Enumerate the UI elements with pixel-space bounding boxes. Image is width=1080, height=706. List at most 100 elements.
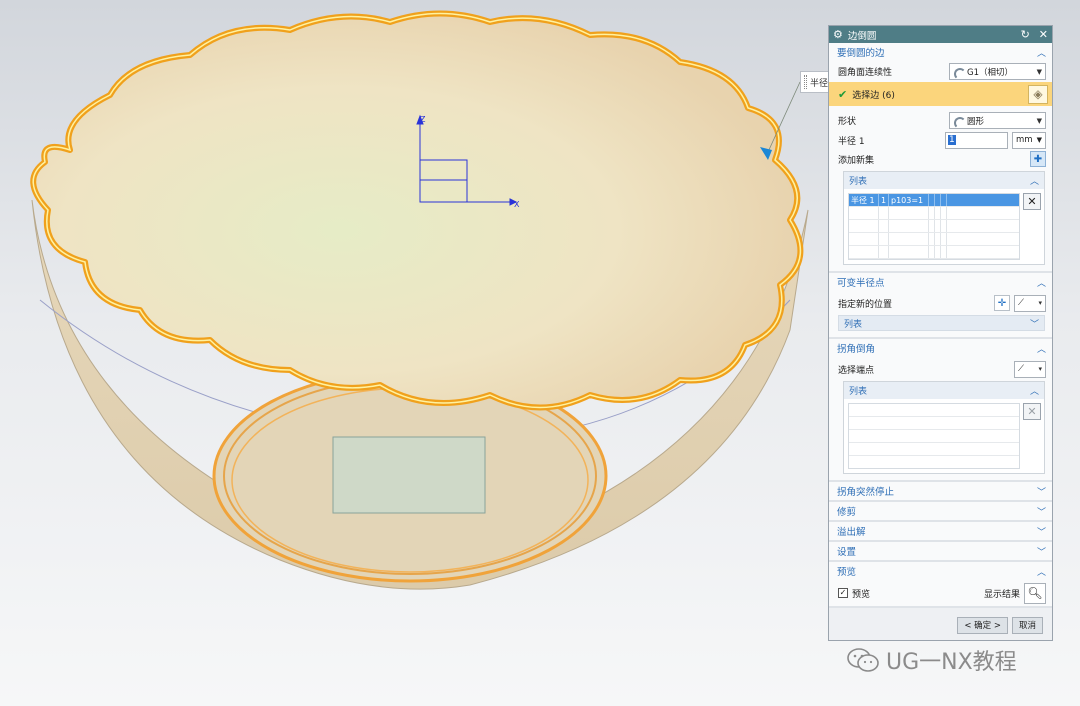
gear-icon[interactable]: ⚙ [833,29,843,40]
list-row[interactable]: 半径 1 1 p103=1 [849,194,1019,207]
select-vertex-label: 选择端点 [838,365,875,376]
preview-row: ✓ 预览 显示结果 🔍︎ [829,580,1052,606]
axis-x-label: X [514,200,520,209]
list-cell [941,207,947,219]
chevron-down-icon: ▼ [1036,116,1042,125]
tangent-icon [953,66,966,80]
section-edges-title: 要倒圆的边 [837,48,885,59]
cube-icon[interactable]: ◈ [1028,84,1048,104]
section-variable-radius-title: 可变半径点 [837,278,885,289]
radius-value[interactable]: 1 [948,135,956,145]
section-overflow-header[interactable]: 溢出解 ﹀ [829,522,1052,540]
section-trim: 修剪 ﹀ [829,502,1052,522]
list-cell: 半径 1 [849,194,879,206]
ok-button[interactable]: < 确定 > [957,616,1008,634]
preview-checkbox[interactable]: ✓ [838,588,848,598]
wand-icon: ⟋ [1018,298,1024,308]
continuity-dropdown[interactable]: G1（相切） ▼ [949,63,1046,80]
section-corner-setback-title: 拐角倒角 [837,344,876,355]
select-edge-row[interactable]: ✔ 选择边 (6) ◈ [829,82,1052,106]
radius-callout[interactable]: 半径 [800,71,830,93]
dialog-titlebar[interactable]: ⚙ 边倒圆 ↻ ✕ [829,26,1052,43]
section-edges-header[interactable]: 要倒圆的边 ︿ [829,43,1052,61]
circular-shape-icon [953,115,966,129]
vertex-dropdown[interactable]: ⟋ ▾ [1014,360,1046,378]
delete-icon[interactable]: ✕ [1023,193,1041,210]
continuity-value: G1（相切） [967,67,1013,78]
chevron-down-icon: ▼ [1036,136,1042,144]
list-cell [849,233,879,245]
chevron-down-icon: ▾ [1038,365,1042,373]
radius-label: 半径 1 [838,136,865,147]
list-row[interactable] [849,246,1019,259]
section-overflow-title: 溢出解 [837,527,866,538]
list-cell [889,246,929,258]
chevron-up-icon[interactable]: ︿ [1037,276,1046,289]
close-icon[interactable]: ✕ [1039,29,1048,40]
section-corner-stop-header[interactable]: 拐角突然停止 ﹀ [829,482,1052,500]
list-cell [941,233,947,245]
section-variable-radius-header[interactable]: 可变半径点 ︿ [829,273,1052,291]
section-corner-setback: 拐角倒角 ︿ 选择端点 ⟋ ▾ 列表 ︿ ✕ [829,339,1052,482]
edges-list: 列表 ︿ 半径 1 1 p103=1 ✕ [843,171,1045,265]
check-icon: ✔ [838,87,848,101]
cancel-button[interactable]: 取消 [1011,616,1043,634]
list-row[interactable] [849,207,1019,220]
add-set-icon[interactable]: ✚ [1030,151,1046,167]
edge-blend-dialog: ⚙ 边倒圆 ↻ ✕ 要倒圆的边 ︿ 圆角面连续性 G1（相切） ▼ ✔ 选择边 … [828,25,1053,641]
section-preview: 预览 ︿ ✓ 预览 显示结果 🔍︎ [829,562,1052,608]
section-preview-title: 预览 [837,567,857,578]
chevron-down-icon[interactable]: ﹀ [1037,525,1046,538]
radius-input[interactable]: 1 [945,131,1008,149]
shape-dropdown[interactable]: 圆形 ▼ [949,112,1046,129]
list-cell [849,220,879,232]
list-cell [849,246,879,258]
chevron-down-icon[interactable]: ﹀ [1037,485,1046,498]
specify-location-label: 指定新的位置 [838,299,893,310]
section-settings-header[interactable]: 设置 ﹀ [829,542,1052,560]
list-row[interactable] [849,233,1019,246]
list-cell [849,207,879,219]
list-cell [889,207,929,219]
magnifier-icon[interactable]: 🔍︎ [1024,582,1046,604]
chevron-up-icon[interactable]: ︿ [1037,342,1046,355]
select-vertex-row: 选择端点 ⟋ ▾ [829,357,1052,381]
section-preview-header[interactable]: 预览 ︿ [829,562,1052,580]
section-trim-title: 修剪 [837,507,857,518]
radius-row: 半径 1 1 mm ▼ [829,131,1052,149]
variable-radius-list[interactable]: 列表 ﹀ [838,315,1045,331]
list-cell [941,246,947,258]
wechat-icon [847,648,879,672]
chevron-down-icon[interactable]: ﹀ [1037,545,1046,558]
list-cell [879,246,889,258]
list-row[interactable] [849,220,1019,233]
point-add-icon[interactable]: ✛ [994,295,1010,311]
variable-radius-list-title: 列表 [844,319,863,330]
chevron-down-icon: ▾ [1038,299,1042,307]
list-cell: p103=1 [889,194,929,206]
add-set-label: 添加新集 [838,155,875,166]
radius-unit-dropdown[interactable]: mm ▼ [1012,131,1046,149]
chevron-down-icon[interactable]: ﹀ [1037,505,1046,518]
chevron-up-icon[interactable]: ︿ [1037,46,1046,59]
corner-list-title: 列表 [849,387,868,397]
point-dialog-dropdown[interactable]: ⟋ ▾ [1014,294,1046,312]
chevron-down-icon: ▼ [1036,67,1042,76]
corner-list-header[interactable]: 列表 ︿ [844,382,1044,399]
chevron-up-icon[interactable]: ︿ [1037,565,1046,578]
list-cell [879,207,889,219]
list-cell [941,194,947,206]
list-cell [889,233,929,245]
reset-icon[interactable]: ↻ [1021,29,1030,40]
wand-icon: ⟋ [1018,364,1024,374]
preview-label: 预览 [852,589,871,600]
edges-list-header[interactable]: 列表 ︿ [844,172,1044,189]
chevron-up-icon[interactable]: ︿ [1030,174,1039,187]
axis-z-label: Z [420,115,426,124]
section-trim-header[interactable]: 修剪 ﹀ [829,502,1052,520]
continuity-label: 圆角面连续性 [838,68,893,78]
chevron-up-icon[interactable]: ︿ [1030,384,1039,397]
section-corner-stop: 拐角突然停止 ﹀ [829,482,1052,502]
delete-icon[interactable]: ✕ [1023,403,1041,420]
section-corner-setback-header[interactable]: 拐角倒角 ︿ [829,339,1052,357]
